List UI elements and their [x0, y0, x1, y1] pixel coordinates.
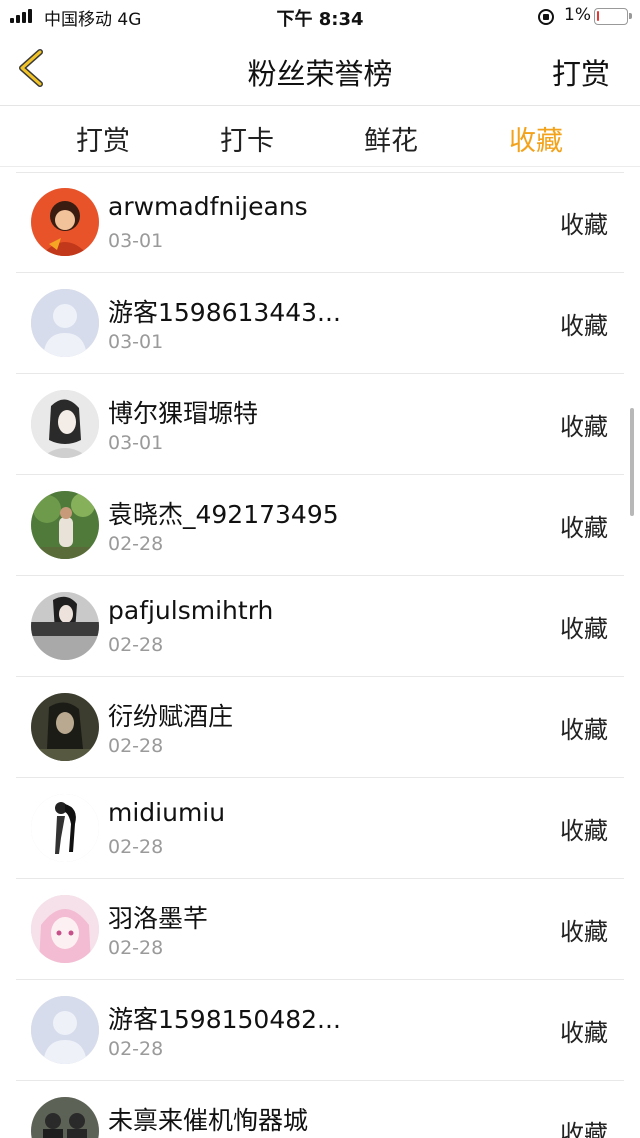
favorite-label: 收藏 [560, 615, 608, 643]
list-item[interactable]: 游客1598613443... 03-01 收藏 [16, 273, 624, 374]
anime-avatar[interactable] [31, 895, 99, 963]
favorite-label: 收藏 [560, 817, 608, 845]
fan-name: arwmadfnijeans [108, 192, 308, 221]
reward-button[interactable]: 打赏 [552, 51, 610, 93]
favorite-label: 收藏 [560, 514, 608, 542]
fan-list: arwmadfnijeans 03-01 收藏 游客1598613443... … [0, 172, 640, 1138]
fan-name: 游客1598613443... [108, 298, 341, 327]
cartoon-avatar[interactable] [31, 188, 99, 256]
fan-date: 03-01 [108, 230, 164, 252]
favorite-label: 收藏 [560, 413, 608, 441]
fan-name: 博尔猓瑁塬特 [108, 399, 259, 428]
fan-date: 03-01 [108, 331, 164, 353]
list-item[interactable]: midiumiu 02-28 收藏 [16, 778, 624, 879]
favorite-label: 收藏 [560, 716, 608, 744]
fan-date: 02-28 [108, 836, 164, 858]
fan-date: 02-28 [108, 735, 164, 757]
group-photo-avatar[interactable] [31, 1097, 99, 1138]
fan-name: midiumiu [108, 798, 226, 827]
fan-date: 03-01 [108, 432, 164, 454]
fan-name: 袁晓杰_492173495 [108, 500, 339, 529]
fan-name: 未禀来催机恂器城 [108, 1106, 309, 1135]
tab-flowers[interactable]: 鲜花 [341, 119, 441, 158]
fan-date: 02-28 [108, 937, 164, 959]
tab-reward[interactable]: 打赏 [53, 119, 153, 158]
tab-favorites[interactable]: 收藏 [486, 119, 586, 158]
nav-bar: 粉丝荣誉榜 打赏 [0, 34, 640, 106]
tab-bar: 打赏 打卡 鲜花 收藏 [0, 107, 640, 167]
portrait-avatar[interactable] [31, 390, 99, 458]
favorite-label: 收藏 [560, 211, 608, 239]
fan-date: 02-28 [108, 634, 164, 656]
page-title: 粉丝荣誉榜 [247, 57, 393, 91]
list-item[interactable]: 衍纷赋酒庄 02-28 收藏 [16, 677, 624, 778]
status-bar: 中国移动 4G 下午 8:34 1% [0, 0, 640, 34]
fan-date: 02-28 [108, 1038, 164, 1060]
scrollbar[interactable] [630, 408, 634, 516]
fan-name: 衍纷赋酒庄 [108, 702, 234, 731]
battery-percent: 1% [564, 5, 591, 25]
default-avatar[interactable] [31, 996, 99, 1064]
outdoor-photo-avatar[interactable] [31, 491, 99, 559]
list-item[interactable]: pafjulsmihtrh 02-28 收藏 [16, 576, 624, 677]
favorite-label: 收藏 [560, 1019, 608, 1047]
default-avatar[interactable] [31, 289, 99, 357]
fan-name: pafjulsmihtrh [108, 596, 274, 625]
orientation-lock-icon [538, 9, 554, 25]
battery-icon [594, 8, 632, 25]
fan-name: 羽洛墨芊 [108, 904, 209, 933]
list-item[interactable]: arwmadfnijeans 03-01 收藏 [16, 172, 624, 273]
photo-avatar[interactable] [31, 592, 99, 660]
tab-checkin[interactable]: 打卡 [197, 119, 297, 158]
fan-date: 02-28 [108, 533, 164, 555]
list-item[interactable]: 未禀来催机恂器城 收藏 [16, 1081, 624, 1138]
battery-level-fill [597, 11, 599, 21]
list-item[interactable]: 袁晓杰_492173495 02-28 收藏 [16, 475, 624, 576]
list-item[interactable]: 羽洛墨芊 02-28 收藏 [16, 879, 624, 980]
favorite-label: 收藏 [560, 918, 608, 946]
list-item[interactable]: 博尔猓瑁塬特 03-01 收藏 [16, 374, 624, 475]
fan-name: 游客1598150482... [108, 1005, 341, 1034]
favorite-label: 收藏 [560, 312, 608, 340]
sketch-avatar[interactable] [31, 794, 99, 862]
favorite-label: 收藏 [560, 1120, 608, 1138]
list-item[interactable]: 游客1598150482... 02-28 收藏 [16, 980, 624, 1081]
dark-photo-avatar[interactable] [31, 693, 99, 761]
